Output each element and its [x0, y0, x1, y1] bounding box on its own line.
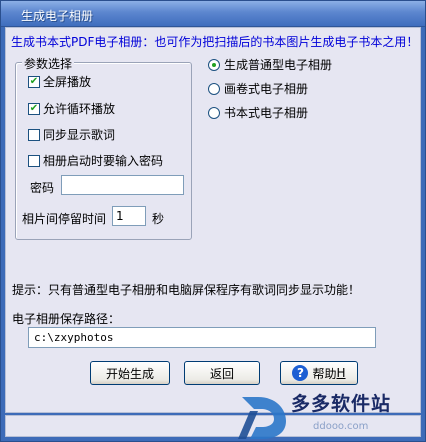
- radio-icon: [208, 106, 220, 119]
- radio-book-album[interactable]: 书本式电子相册: [208, 104, 308, 121]
- checkbox-label: 允许循环播放: [43, 102, 116, 116]
- checkbox-box: [28, 128, 40, 141]
- question-mark-icon: ?: [292, 365, 309, 381]
- help-accel-key: H: [336, 366, 346, 380]
- radio-label: 画卷式电子相册: [224, 82, 309, 96]
- back-button-label: 返回: [209, 366, 234, 381]
- options-group-label: 参数选择: [22, 55, 75, 72]
- checkbox-require-password[interactable]: 相册启动时要输入密码: [28, 152, 163, 169]
- stay-time-input[interactable]: 1: [112, 206, 146, 226]
- password-label: 密码: [30, 181, 55, 195]
- start-button-label: 开始生成: [105, 366, 154, 381]
- checkbox-label: 全屏播放: [43, 75, 92, 89]
- radio-icon: [208, 82, 220, 95]
- help-button-label: 帮助: [312, 366, 337, 381]
- checkbox-box: [28, 154, 40, 167]
- checkbox-lyrics-sync[interactable]: 同步显示歌词: [28, 126, 115, 143]
- title-bar[interactable]: 生成电子相册: [1, 1, 425, 27]
- help-button[interactable]: ? 帮助 H: [280, 361, 358, 385]
- checkbox-loop[interactable]: ✔ 允许循环播放: [28, 100, 115, 117]
- headline-text: 生成书本式PDF电子相册：也可作为把扫描后的书本图片生成电子书本之用！: [11, 35, 419, 49]
- hint-text: 提示：只有普通型电子相册和电脑屏保程序有歌词同步显示功能！: [12, 283, 361, 297]
- watermark-url: ddooo.com: [313, 421, 369, 432]
- back-button[interactable]: 返回: [184, 361, 260, 385]
- checkbox-label: 同步显示歌词: [43, 128, 116, 142]
- save-path-label: 电子相册保存路径：: [12, 312, 121, 326]
- checkbox-label: 相册启动时要输入密码: [43, 154, 164, 168]
- radio-selected-icon: [208, 58, 220, 71]
- radio-standard-album[interactable]: 生成普通型电子相册: [208, 56, 332, 73]
- check-icon: ✔: [28, 75, 40, 88]
- check-icon: ✔: [28, 102, 40, 115]
- options-group: 参数选择 ✔ 全屏播放 ✔ 允许循环播放 同步显示歌词 相册启动时要输入密码 密…: [15, 55, 192, 240]
- app-window: 生成电子相册 生成书本式PDF电子相册：也可作为把扫描后的书本图片生成电子书本之…: [0, 0, 426, 442]
- password-input[interactable]: [61, 175, 184, 195]
- radio-scroll-album[interactable]: 画卷式电子相册: [208, 80, 308, 97]
- stay-time-unit: 秒: [152, 212, 165, 226]
- radio-label: 生成普通型电子相册: [224, 58, 333, 72]
- stay-time-label: 相片间停留时间: [22, 212, 107, 226]
- watermark-text: 多多软件站: [291, 393, 392, 415]
- radio-label: 书本式电子相册: [224, 106, 309, 120]
- window-title: 生成电子相册: [21, 9, 94, 23]
- checkbox-fullscreen[interactable]: ✔ 全屏播放: [28, 73, 91, 90]
- start-button[interactable]: 开始生成: [90, 361, 170, 385]
- dialog-body: 生成书本式PDF电子相册：也可作为把扫描后的书本图片生成电子书本之用！ 参数选择…: [5, 27, 421, 413]
- save-path-input[interactable]: c:\zxyphotos: [28, 327, 376, 348]
